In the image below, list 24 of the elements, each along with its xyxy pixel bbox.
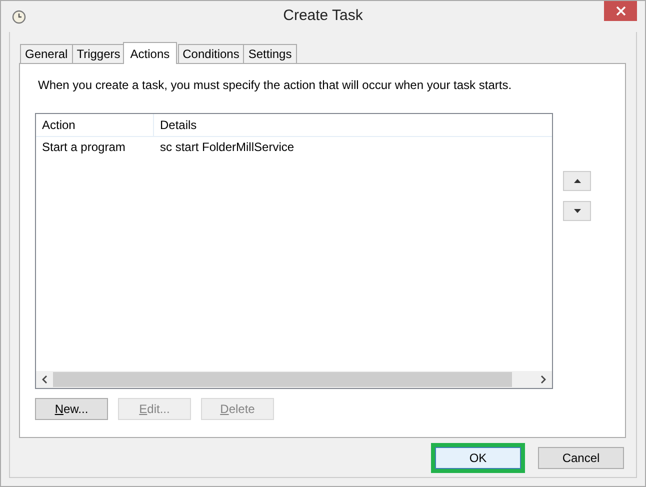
table-cell[interactable]: Start a program [36,137,154,157]
description-text: When you create a task, you must specify the action that will occur when your task starts. [38,78,513,92]
move-down-button[interactable] [563,201,591,221]
table-cell[interactable]: sc start FolderMillService [154,137,294,157]
scrollbar-thumb[interactable] [53,372,512,387]
tab[interactable]: Actions [123,42,177,64]
column-header[interactable]: Details [154,114,197,136]
dialog-button[interactable]: OK [435,447,521,469]
close-icon [616,6,626,16]
move-up-button[interactable] [563,171,591,191]
tab[interactable]: General [20,44,73,63]
window-title: Create Task [283,7,363,24]
up-triangle-icon [574,179,580,183]
tab[interactable]: Conditions [178,44,244,63]
dialog-button[interactable]: Cancel [538,447,624,469]
column-header[interactable]: Action [36,114,154,136]
list-action-button[interactable]: New... [35,398,108,420]
close-button[interactable] [604,1,637,21]
down-triangle-icon [574,209,580,213]
scroll-left-icon[interactable] [41,375,48,384]
tab[interactable]: Settings [243,44,297,63]
clock-icon [12,10,26,24]
scroll-right-icon[interactable] [540,375,547,384]
tab[interactable]: Triggers [72,44,126,63]
